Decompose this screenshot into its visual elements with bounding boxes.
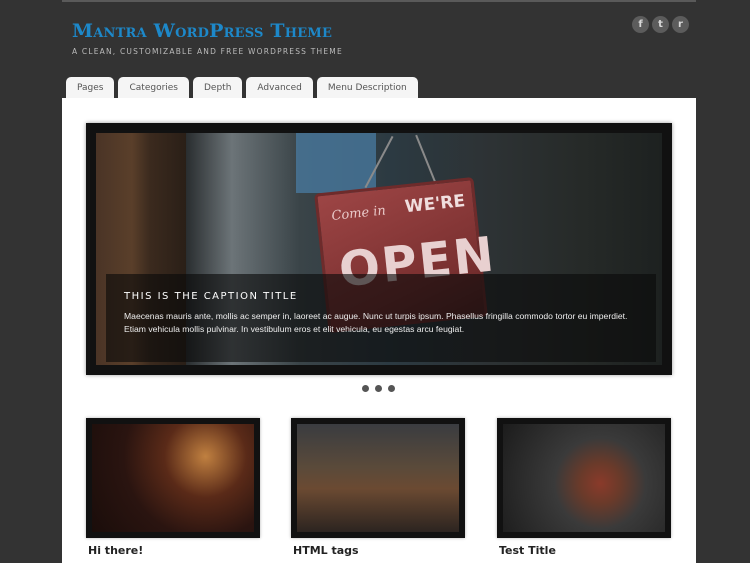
facebook-icon[interactable]: f	[632, 16, 649, 33]
slider-dot-1[interactable]	[362, 385, 369, 392]
tab-advanced[interactable]: Advanced	[246, 77, 313, 99]
content-area: Come in WE'RE OPEN This is the caption t…	[62, 98, 696, 563]
caption-text: Maecenas mauris ante, mollis ac semper i…	[124, 311, 628, 334]
post-title[interactable]: Test Title	[497, 544, 671, 557]
post-thumbnail[interactable]	[92, 424, 254, 532]
post-thumbnail[interactable]	[503, 424, 665, 532]
post-thumbnail-frame[interactable]	[291, 418, 465, 538]
post-thumbnail-frame[interactable]	[86, 418, 260, 538]
tab-categories[interactable]: Categories	[118, 77, 189, 99]
slide-caption: This is the caption title Maecenas mauri…	[106, 274, 656, 362]
tab-depth[interactable]: Depth	[193, 77, 243, 99]
site-description: A clean, customizable and free WordPress…	[72, 47, 343, 56]
top-border	[62, 0, 696, 2]
main-navigation: Pages Categories Depth Advanced Menu Des…	[66, 77, 422, 99]
slide-image: Come in WE'RE OPEN This is the caption t…	[96, 133, 662, 365]
sign-text-were: WE'RE	[403, 191, 467, 218]
post-title[interactable]: Hi there!	[86, 544, 260, 557]
post-title[interactable]: HTML tags	[291, 544, 465, 557]
post-thumbnail[interactable]	[297, 424, 459, 532]
image-slider[interactable]: Come in WE'RE OPEN This is the caption t…	[86, 123, 672, 375]
post-card[interactable]: HTML tags	[291, 418, 465, 557]
site-title[interactable]: Mantra WordPress Theme	[72, 20, 332, 42]
sign-text-come-in: Come in	[330, 203, 387, 225]
tab-menu-description[interactable]: Menu Description	[316, 77, 418, 99]
post-thumbnail-frame[interactable]	[497, 418, 671, 538]
post-card[interactable]: Hi there!	[86, 418, 260, 557]
slider-dot-2[interactable]	[375, 385, 382, 392]
tab-pages[interactable]: Pages	[66, 77, 115, 99]
post-card[interactable]: Test Title	[497, 418, 671, 557]
caption-title: This is the caption title	[124, 291, 298, 302]
rss-icon[interactable]: r	[672, 16, 689, 33]
sky-shape	[296, 133, 376, 193]
slider-pagination	[362, 385, 395, 392]
social-icons: f t r	[632, 16, 689, 33]
slider-dot-3[interactable]	[388, 385, 395, 392]
twitter-icon[interactable]: t	[652, 16, 669, 33]
